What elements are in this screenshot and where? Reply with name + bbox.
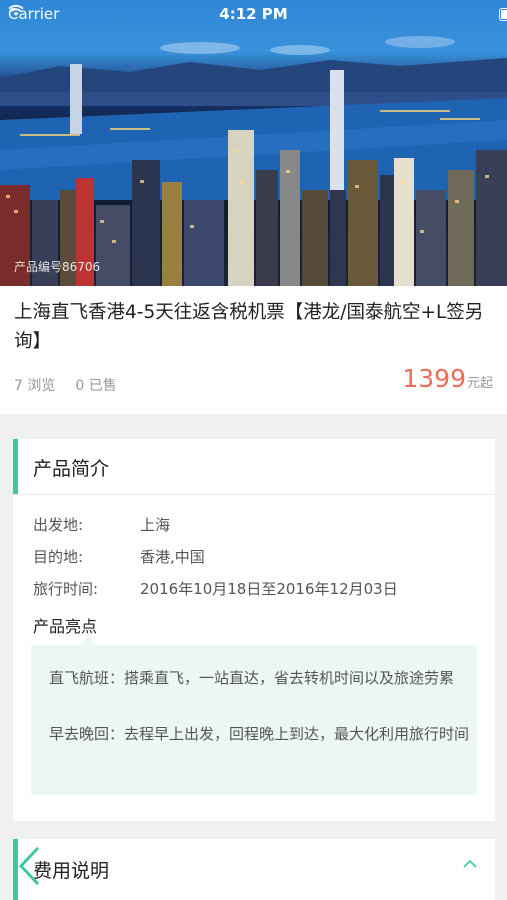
destination-label: 目的地:	[33, 548, 84, 566]
product-code: 产品编号86706	[14, 260, 101, 274]
product-intro-card: 产品简介 出发地: 上海 目的地: 香港,中国 旅行时间: 2016年10月18…	[13, 439, 495, 821]
departure-label: 出发地:	[33, 516, 84, 534]
status-time: 4:12 PM	[219, 5, 288, 23]
product-title: 上海直飞香港4-5天往返含税机票【港龙/国泰航空+L签另询】	[14, 302, 484, 352]
price: 1399 元起	[402, 364, 493, 393]
price-value: 1399	[402, 364, 466, 393]
travel-time-value: 2016年10月18日至2016年12月03日	[140, 580, 398, 598]
highlights-title: 产品亮点	[33, 617, 98, 636]
view-count: 7 浏览	[14, 378, 56, 394]
sold-count: 0 已售	[75, 378, 117, 394]
highlight-item: 直飞航班：搭乘直飞，一站直达，省去转机时间以及旅途劳累	[49, 669, 455, 687]
highlight-item: 早去晚回：去程早上出发，回程晚上到达，最大化利用旅行时间	[49, 725, 470, 743]
price-unit: 元起	[466, 376, 493, 391]
highlights-box: 直飞航班：搭乘直飞，一站直达，省去转机时间以及旅途劳累 早去晚回：去程早上出发，…	[31, 636, 477, 795]
status-bar: Carrier 4:12 PM	[0, 0, 507, 28]
product-stats: 7 浏览 0 已售	[14, 375, 117, 395]
section-accent-bar	[13, 439, 18, 494]
destination-value: 香港,中国	[140, 548, 205, 566]
product-intro-header: 产品简介	[13, 439, 495, 495]
fee-description-title: 费用说明	[33, 860, 110, 882]
hong-kong-skyline-photo	[0, 36, 507, 286]
product-summary: 上海直飞香港4-5天往返含税机票【港龙/国泰航空+L签另询】 7 浏览 0 已售…	[0, 286, 507, 414]
hero-image: Carrier 4:12 PM 产品编号86706	[0, 0, 507, 286]
chevron-up-icon[interactable]	[463, 859, 477, 868]
fee-description-section[interactable]: 费用说明	[13, 839, 495, 900]
departure-value: 上海	[140, 516, 171, 534]
travel-time-label: 旅行时间:	[33, 580, 99, 598]
back-arrow-icon[interactable]	[18, 846, 40, 886]
product-intro-title: 产品简介	[33, 458, 110, 480]
